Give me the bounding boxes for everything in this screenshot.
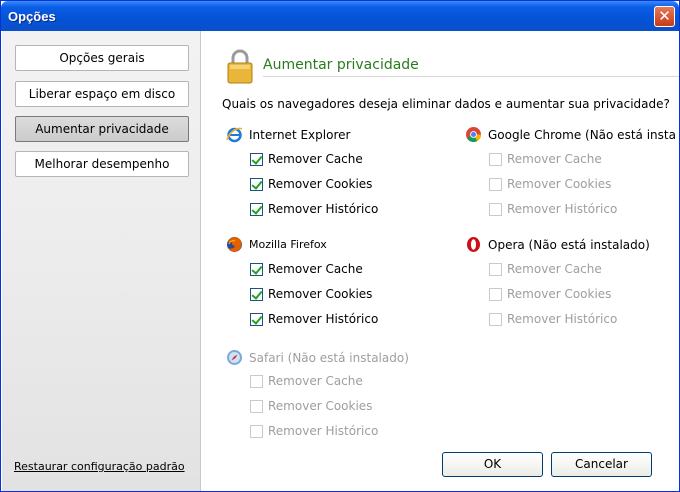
cancel-button[interactable]: Cancelar (551, 452, 652, 477)
chrome-remove-history-option: Remover Histórico (489, 202, 617, 216)
safari-icon (227, 350, 242, 365)
nav-improve-performance-button[interactable]: Melhorar desempenho (15, 151, 189, 177)
ie-remove-cache-checkbox[interactable] (250, 152, 263, 166)
firefox-remove-cache-checkbox[interactable] (250, 262, 263, 276)
section-title: Aumentar privacidade (263, 57, 419, 73)
close-icon: ✕ (658, 7, 671, 25)
title-bar: Opções ✕ (1, 1, 679, 31)
ie-remove-cache-option[interactable]: Remover Cache (250, 152, 363, 166)
browser-header-chrome: Google Chrome (Não está insta (465, 126, 676, 143)
close-button[interactable]: ✕ (654, 6, 675, 27)
chrome-remove-cookies-checkbox (489, 177, 502, 191)
browser-name-opera: Opera (Não está instalado) (488, 237, 650, 252)
option-label: Remover Cookies (507, 177, 612, 191)
ok-button[interactable]: OK (442, 452, 543, 477)
firefox-remove-cookies-option[interactable]: Remover Cookies (250, 287, 372, 301)
browser-name-chrome: Google Chrome (Não está insta (488, 127, 676, 142)
nav-general-options-button[interactable]: Opções gerais (15, 45, 189, 71)
firefox-remove-cache-option[interactable]: Remover Cache (250, 262, 363, 276)
ie-remove-history-option[interactable]: Remover Histórico (250, 202, 378, 216)
opera-remove-history-option: Remover Histórico (489, 312, 617, 326)
option-label: Remover Histórico (507, 312, 618, 326)
browser-header-firefox: Mozilla Firefox (226, 236, 327, 253)
firefox-remove-cookies-checkbox[interactable] (250, 287, 263, 301)
chrome-remove-cookies-option: Remover Cookies (489, 177, 611, 191)
browser-name-ie: Internet Explorer (249, 127, 351, 142)
ie-remove-cookies-option[interactable]: Remover Cookies (250, 177, 372, 191)
safari-remove-cache-option: Remover Cache (250, 374, 363, 388)
safari-remove-history-checkbox (250, 424, 263, 438)
opera-remove-cache-checkbox (489, 262, 502, 276)
option-label: Remover Histórico (268, 202, 379, 216)
main-panel: Aumentar privacidade Quais os navegadore… (202, 31, 679, 491)
option-label: Remover Cache (507, 152, 602, 166)
option-label: Remover Histórico (268, 424, 379, 438)
option-label: Remover Cache (268, 262, 363, 276)
chrome-remove-cache-checkbox (489, 152, 502, 166)
firefox-icon (227, 237, 242, 252)
opera-icon (467, 237, 480, 252)
chrome-remove-history-checkbox (489, 202, 502, 216)
chrome-remove-cache-option: Remover Cache (489, 152, 602, 166)
firefox-remove-history-checkbox[interactable] (250, 312, 263, 326)
browser-name-firefox: Mozilla Firefox (249, 238, 327, 251)
browser-name-safari: Safari (Não está instalado) (249, 350, 409, 365)
option-label: Remover Cookies (268, 177, 373, 191)
opera-remove-history-checkbox (489, 312, 502, 326)
browser-header-ie: Internet Explorer (226, 126, 350, 143)
internet-explorer-icon (226, 127, 243, 143)
options-dialog: Opções ✕ Opções gerais Liberar espaço em… (0, 0, 680, 492)
chrome-icon (466, 127, 481, 142)
browser-header-opera: Opera (Não está instalado) (465, 236, 650, 253)
option-label: Remover Cache (507, 262, 602, 276)
title-divider (263, 76, 679, 77)
opera-remove-cookies-option: Remover Cookies (489, 287, 611, 301)
option-label: Remover Histórico (507, 202, 618, 216)
window-title: Opções (8, 9, 56, 24)
opera-remove-cache-option: Remover Cache (489, 262, 602, 276)
option-label: Remover Cookies (268, 287, 373, 301)
firefox-remove-history-option[interactable]: Remover Histórico (250, 312, 378, 326)
ie-remove-history-checkbox[interactable] (250, 202, 263, 216)
option-label: Remover Cookies (268, 399, 373, 413)
browser-header-safari: Safari (Não está instalado) (226, 349, 409, 366)
nav-increase-privacy-button[interactable]: Aumentar privacidade (15, 116, 189, 142)
option-label: Remover Cache (268, 374, 363, 388)
opera-remove-cookies-checkbox (489, 287, 502, 301)
sidebar: Opções gerais Liberar espaço em disco Au… (2, 31, 201, 491)
lock-icon (227, 49, 253, 84)
ie-remove-cookies-checkbox[interactable] (250, 177, 263, 191)
safari-remove-history-option: Remover Histórico (250, 424, 378, 438)
safari-remove-cookies-option: Remover Cookies (250, 399, 372, 413)
restore-defaults-link[interactable]: Restaurar configuração padrão (14, 460, 185, 473)
safari-remove-cookies-checkbox (250, 399, 263, 413)
nav-free-disk-space-button[interactable]: Liberar espaço em disco (15, 81, 189, 107)
browsers-question: Quais os navegadores deseja eliminar dad… (222, 97, 670, 111)
option-label: Remover Histórico (268, 312, 379, 326)
option-label: Remover Cookies (507, 287, 612, 301)
safari-remove-cache-checkbox (250, 374, 263, 388)
option-label: Remover Cache (268, 152, 363, 166)
